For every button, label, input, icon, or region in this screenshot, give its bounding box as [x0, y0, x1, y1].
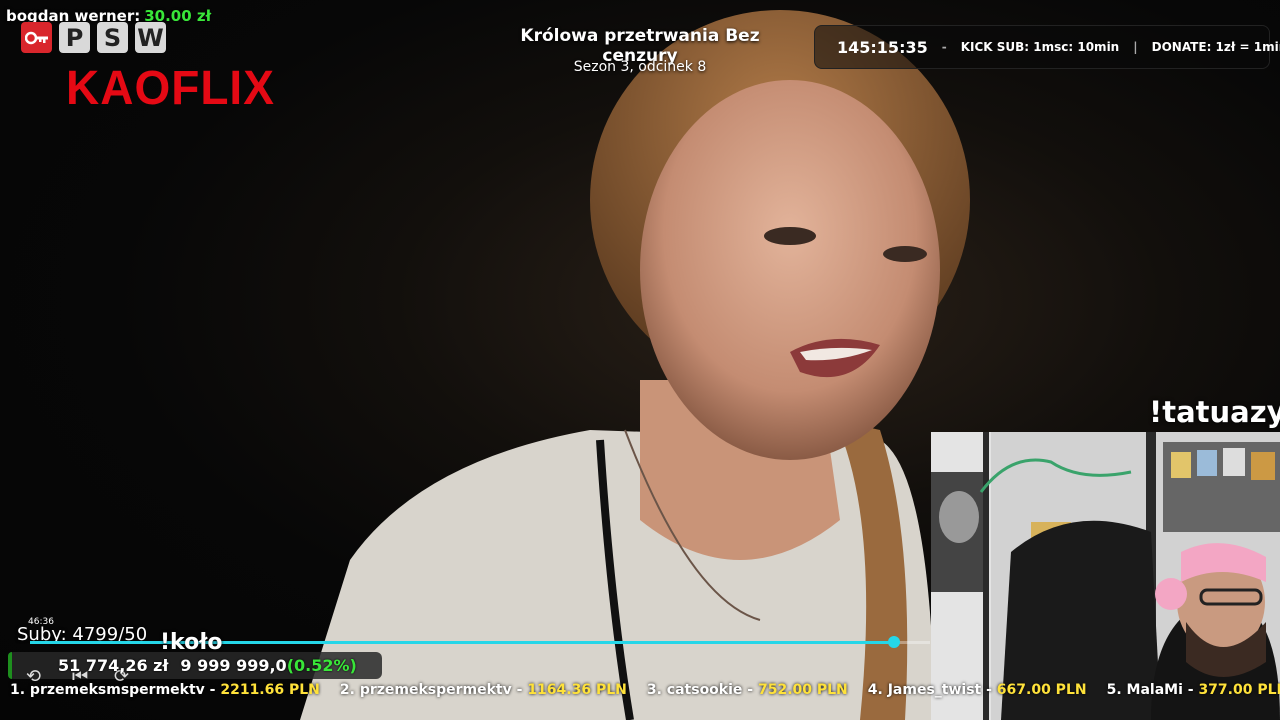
goal-text: 51 774,26 zł 9 999 999,0(0.52%)	[58, 656, 357, 675]
donor-amount: 752.00 PLN	[757, 682, 848, 698]
info-dash: -	[941, 40, 947, 54]
donor-name: 1. przemeksmspermektv -	[10, 682, 216, 698]
kick-sub-rate: KICK SUB: 1msc: 10min	[960, 40, 1120, 54]
donor-name: 4. James_twist -	[867, 682, 992, 698]
stream-info-bar: 145:15:35 - KICK SUB: 1msc: 10min | DONA…	[814, 25, 1280, 69]
donate-rate: DONATE: 1zł = 1min	[1151, 40, 1280, 54]
donor-amount: 377.00 PLN	[1198, 682, 1280, 698]
subathon-timer: 145:15:35	[837, 37, 928, 57]
info-divider: |	[1133, 40, 1138, 54]
donor-entry: 1. przemeksmspermektv - 2211.66 PLN	[10, 682, 320, 704]
episode-label: Sezon 3, odcinek 8	[573, 59, 707, 75]
kaoflix-logo: KAOFLIX	[66, 59, 275, 115]
donor-amount: 1164.36 PLN	[527, 682, 627, 698]
command-label: !tatuazyk	[1149, 395, 1280, 429]
top-donors-ticker: 1. przemeksmspermektv - 2211.66 PLN 2. p…	[0, 682, 1280, 704]
webcam-feed	[931, 432, 1280, 720]
donor-entry: 3. catsookie - 752.00 PLN	[647, 682, 848, 704]
badge-row: P S W	[21, 22, 166, 53]
key-icon	[21, 22, 52, 53]
donor-amount: 2211.66 PLN	[220, 682, 320, 698]
donor-amount: 667.00 PLN	[996, 682, 1087, 698]
donor-name: 5. MalaMi -	[1106, 682, 1194, 698]
donor-entry: 4. James_twist - 667.00 PLN	[868, 682, 1087, 704]
donor-entry: 2. przemekspermektv - 1164.36 PLN	[340, 682, 627, 704]
progress-handle[interactable]	[888, 636, 900, 648]
goal-fill	[8, 652, 12, 679]
goal-target: 9 999 999,0	[180, 656, 287, 675]
badge-s: S	[97, 22, 128, 53]
badge-p: P	[59, 22, 90, 53]
donor-entry: 5. MalaMi - 377.00 PLN	[1107, 682, 1280, 704]
donor-name: 3. catsookie -	[646, 682, 754, 698]
goal-percent: (0.52%)	[286, 656, 357, 675]
goal-current: 51 774,26 zł	[58, 656, 169, 675]
badge-w: W	[135, 22, 166, 53]
webcam-scene	[931, 432, 1280, 720]
donor-name: 2. przemekspermektv -	[339, 682, 523, 698]
